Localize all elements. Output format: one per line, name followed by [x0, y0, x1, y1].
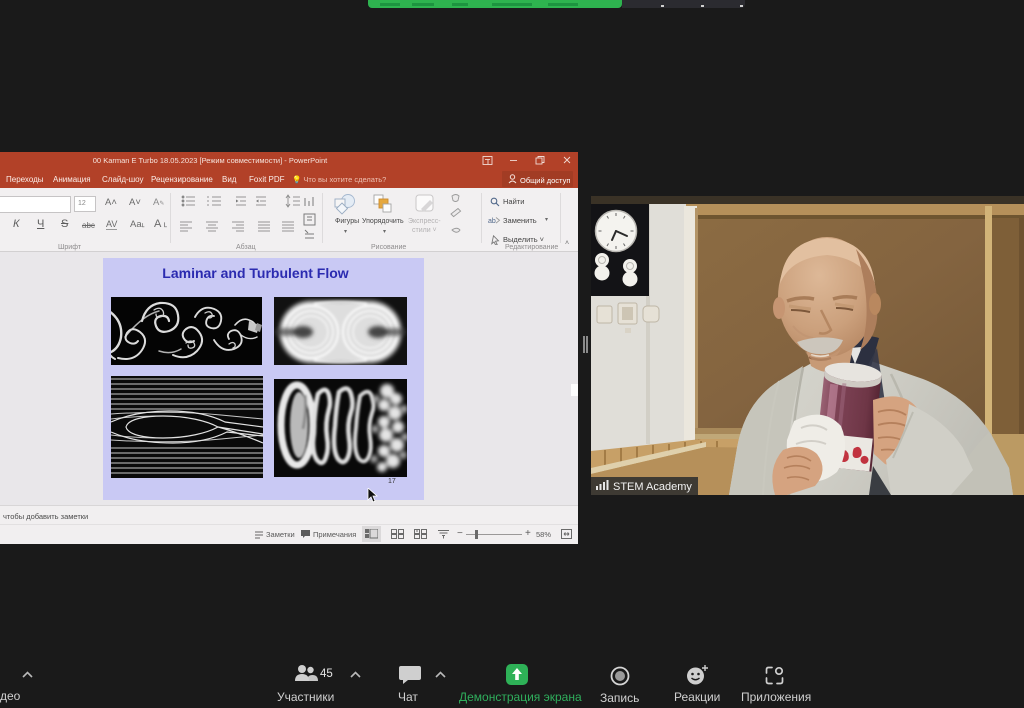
svg-text:ab: ab: [488, 218, 496, 225]
svg-text:STEM Academy: STEM Academy: [613, 481, 692, 493]
